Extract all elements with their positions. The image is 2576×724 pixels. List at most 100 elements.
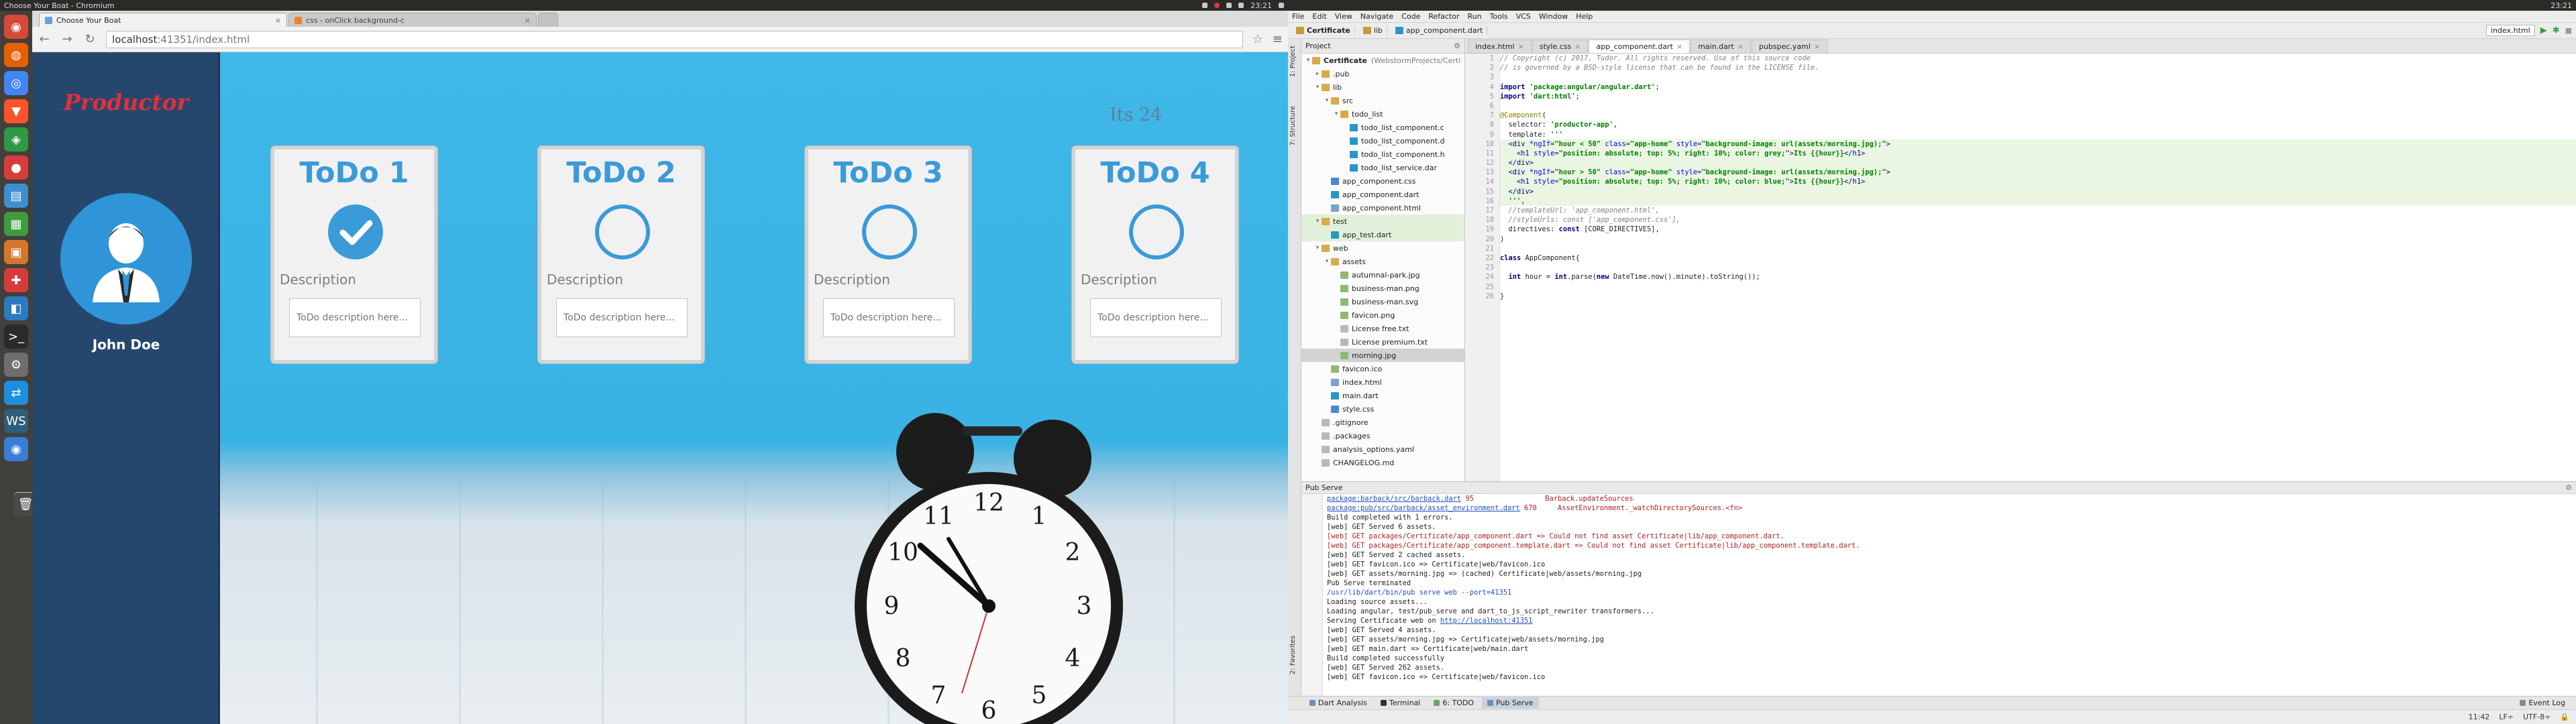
tree-item[interactable]: License premium.txt <box>1301 335 1464 349</box>
expand-arrow-icon[interactable]: ▾ <box>1332 111 1340 117</box>
code-line[interactable]: directives: const [CORE_DIRECTIVES], <box>1500 225 2576 234</box>
console-log[interactable]: package:barback/src/barback.dart 95 Barb… <box>1323 494 2576 697</box>
dart-analysis-tab[interactable]: Dart Analysis <box>1304 697 1373 709</box>
todo-done-check-icon[interactable] <box>328 204 383 259</box>
favorites-toolwindow-tab[interactable]: 2: Favorites <box>1289 636 1300 674</box>
browser-tab-active[interactable]: Choose Your Boat × <box>39 13 287 27</box>
code-line[interactable]: // is governed by a BSD-style license th… <box>1500 63 2576 72</box>
code-line[interactable]: //templateUrl: 'app_component.html', <box>1500 206 2576 215</box>
expand-arrow-icon[interactable]: ▾ <box>1304 57 1312 64</box>
menu-run[interactable]: Run <box>1466 12 1483 21</box>
menu-edit[interactable]: Edit <box>1311 12 1328 21</box>
expand-arrow-icon[interactable]: ▾ <box>1313 245 1322 251</box>
tree-item[interactable]: morning.jpg <box>1301 349 1464 362</box>
browser-tab[interactable]: css - onClick background-c × <box>288 13 537 27</box>
gear-icon[interactable]: ⚙ <box>1454 42 1460 50</box>
clock-text[interactable]: 23:21 <box>1250 1 1272 10</box>
lock-icon[interactable]: 🔒 <box>2560 713 2569 721</box>
pub-serve-tab[interactable]: Pub Serve <box>1482 697 1539 709</box>
software-center-icon[interactable]: ✚ <box>4 268 28 292</box>
todo-description-input[interactable] <box>1090 298 1222 337</box>
run-config-select[interactable]: index.html <box>2486 25 2535 36</box>
localhost-link[interactable]: http://localhost:41351 <box>1440 617 1533 625</box>
code-area[interactable]: 1 2 3 4 5 6 7 8 9 10 11 12 13 14 15 16 17 18 19 20 21 22 23 24 2… <box>1465 54 2576 481</box>
project-toolwindow-tab[interactable]: 1: Project <box>1289 46 1300 77</box>
code-line[interactable]: @Component( <box>1500 111 2576 120</box>
reload-icon[interactable]: ↻ <box>83 32 97 46</box>
menu-help[interactable]: Help <box>1574 12 1594 21</box>
volume-icon[interactable] <box>1238 3 1244 8</box>
tree-item[interactable]: autumnal-park.jpg <box>1301 268 1464 282</box>
source-link[interactable]: package:pub/src/barback/asset_environmen… <box>1327 504 1520 512</box>
menu-window[interactable]: Window <box>1538 12 1569 21</box>
teamviewer-icon[interactable]: ⇄ <box>4 381 28 405</box>
brand-logo[interactable]: Productor <box>32 89 220 115</box>
event-log-tab[interactable]: Event Log <box>2514 697 2571 709</box>
code-line[interactable]: selector: 'productor-app', <box>1500 120 2576 129</box>
expand-arrow-icon[interactable]: ▾ <box>1313 84 1322 90</box>
tree-item[interactable]: ▾ assets <box>1301 255 1464 268</box>
tree-item[interactable]: main.dart <box>1301 389 1464 402</box>
tree-item[interactable]: ▾ test <box>1301 215 1464 228</box>
editor-tab-app-component-dart[interactable]: app_component.dart × <box>1589 40 1690 53</box>
project-view-select[interactable]: Project <box>1305 42 1331 50</box>
code-line[interactable]: ) <box>1500 235 2576 244</box>
menu-icon[interactable]: ≡ <box>1273 32 1283 46</box>
tree-item[interactable]: app_test.dart <box>1301 228 1464 241</box>
code-line[interactable]: template: ''' <box>1500 130 2576 139</box>
tree-item[interactable]: style.css <box>1301 402 1464 416</box>
tree-item[interactable]: License free.txt <box>1301 322 1464 335</box>
back-icon[interactable]: ← <box>38 32 51 46</box>
editor-tab-pubspec-yaml[interactable]: pubspec.yaml × <box>1751 40 1828 53</box>
network-icon[interactable] <box>1202 3 1208 8</box>
code-line[interactable]: <h1 style="position: absolute; top: 5%; … <box>1500 177 2576 187</box>
code-line[interactable]: </div> <box>1500 158 2576 168</box>
todo-tab[interactable]: 6: TODO <box>1428 697 1479 709</box>
dash-icon[interactable]: ◉ <box>4 15 28 39</box>
code-line[interactable]: <h1 style="position: absolute; top: 5%; … <box>1500 148 2576 159</box>
power-icon[interactable] <box>1279 3 1284 8</box>
tree-item[interactable]: business-man.svg <box>1301 295 1464 308</box>
editor-tab-main-dart[interactable]: main.dart × <box>1690 40 1751 53</box>
code-line[interactable]: int hour = int.parse(new DateTime.now().… <box>1500 272 2576 282</box>
code-line[interactable]: import 'dart:html'; <box>1500 92 2576 101</box>
code-line[interactable]: ''', <box>1500 196 2576 206</box>
code-line[interactable]: class AppComponent{ <box>1500 253 2576 263</box>
address-bar[interactable]: localhost:41351/index.html <box>32 30 1243 62</box>
menu-vcs[interactable]: VCS <box>1515 12 1532 21</box>
app-icon[interactable]: ● <box>4 156 28 180</box>
tree-item[interactable]: .gitignore <box>1301 416 1464 429</box>
todo-description-input[interactable] <box>823 298 955 337</box>
expand-arrow-icon[interactable]: ▾ <box>1313 218 1322 225</box>
notification-icon[interactable] <box>1214 3 1220 8</box>
code-line[interactable] <box>1500 263 2576 272</box>
keyboard-icon[interactable] <box>1226 3 1232 8</box>
todo-open-circle-icon[interactable] <box>862 204 917 259</box>
editor-tab-style-css[interactable]: style.css × <box>1532 40 1589 53</box>
firefox-icon[interactable]: ◍ <box>4 43 28 67</box>
tree-item[interactable]: ▾ src <box>1301 94 1464 107</box>
tree-item[interactable]: app_component.dart <box>1301 188 1464 201</box>
todo-description-input[interactable] <box>289 298 421 337</box>
menu-view[interactable]: View <box>1334 12 1354 21</box>
editor-tab-index-html[interactable]: index.html × <box>1468 40 1532 53</box>
code-line[interactable] <box>1500 244 2576 253</box>
gear-icon[interactable]: ⚙ <box>2565 483 2572 492</box>
code-line[interactable]: <div *ngIf="hour > 50" class="app-home" … <box>1500 168 2576 178</box>
debug-icon[interactable]: ✱ <box>2553 25 2560 36</box>
tree-item[interactable]: app_component.html <box>1301 201 1464 215</box>
code-line[interactable] <box>1500 72 2576 82</box>
tree-item[interactable]: todo_list_component.d <box>1301 134 1464 147</box>
tree-item[interactable]: index.html <box>1301 375 1464 389</box>
code-line[interactable]: </div> <box>1500 186 2576 196</box>
chrome-icon[interactable]: ◉ <box>4 437 28 461</box>
code-line[interactable] <box>1500 101 2576 111</box>
breadcrumb-file[interactable]: app_component.dart <box>1391 26 1488 35</box>
todo-description-input[interactable] <box>556 298 688 337</box>
brave-icon[interactable]: ▼ <box>4 99 28 123</box>
todo-open-circle-icon[interactable] <box>1129 204 1184 259</box>
menu-navigate[interactable]: Navigate <box>1359 12 1395 21</box>
settings-icon[interactable]: ⚙ <box>4 353 28 377</box>
breadcrumb-lib[interactable]: lib <box>1359 26 1387 35</box>
tree-item[interactable]: .packages <box>1301 429 1464 442</box>
